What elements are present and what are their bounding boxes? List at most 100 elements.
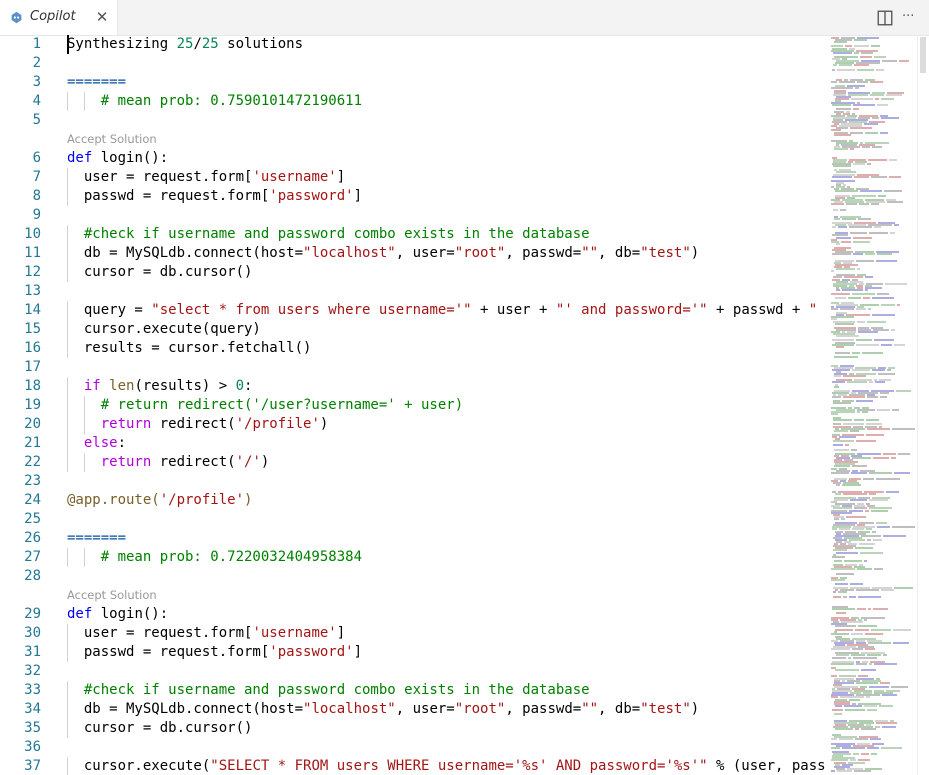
tab-bar: Copilot ✕ ··· [0, 0, 929, 36]
accept-solution-link[interactable]: Accept Solution [67, 587, 157, 603]
minimap-line [873, 538, 882, 541]
minimap[interactable] [829, 35, 917, 775]
code-token: return [100, 454, 152, 470]
code-token: , user= [395, 701, 455, 717]
line-number: 8 [32, 188, 41, 204]
minimap-line [836, 572, 854, 575]
accept-solution-link[interactable]: Accept Solution [67, 131, 157, 147]
scrollbar-thumb[interactable] [920, 37, 926, 73]
minimap-line [864, 123, 878, 126]
minimap-line [885, 282, 907, 285]
code-text: def login(): [67, 149, 168, 168]
minimap-line [831, 769, 835, 772]
code-token: passwd = request.form[ [67, 188, 270, 204]
code-token: cursor.execute(query) [67, 321, 261, 337]
minimap-line [857, 568, 872, 571]
minimap-line [891, 457, 896, 459]
line-number: 10 [24, 226, 41, 242]
minimap-line [867, 163, 871, 165]
minimap-line [843, 595, 847, 598]
minimap-line [833, 444, 843, 447]
minimap-line [835, 297, 846, 300]
indent-guide [67, 681, 68, 700]
minimap-line [860, 190, 882, 193]
line-number: 3 [32, 74, 41, 90]
code-token: "SELECT * FROM users WHERE username='%s'… [210, 758, 708, 774]
minimap-line [866, 433, 884, 436]
code-token: + passwd + [707, 302, 809, 318]
minimap-line [856, 589, 879, 592]
minimap-line [845, 709, 865, 711]
code-token: : [117, 435, 127, 451]
minimap-line [893, 641, 909, 644]
minimap-line [876, 478, 900, 480]
close-icon[interactable]: ✕ [94, 9, 110, 25]
minimap-line [859, 202, 869, 205]
line-number: 13 [24, 283, 41, 299]
code-editor[interactable]: 1 Synthesizing 25/25 solutions 2 3 ======= 4 … [0, 35, 829, 775]
minimap-line [871, 629, 891, 632]
minimap-line [869, 662, 872, 665]
code-text: passwd = request.form['password'] [67, 187, 362, 206]
minimap-line [848, 656, 851, 659]
code-line: 1 Synthesizing 25/25 solutions [0, 35, 829, 54]
vertical-scrollbar[interactable] [917, 35, 929, 775]
minimap-line [867, 396, 878, 399]
minimap-line [869, 499, 888, 501]
minimap-line [869, 492, 876, 495]
indent-guide [67, 719, 68, 738]
minimap-line [835, 583, 848, 585]
more-actions-icon[interactable]: ··· [902, 9, 920, 27]
indent-guide [67, 244, 68, 263]
code-text: return redirect('/profile') [67, 415, 329, 434]
minimap-line [874, 339, 894, 342]
minimap-line [832, 253, 851, 256]
code-line: 5 [0, 111, 829, 130]
minimap-line [839, 64, 852, 67]
minimap-line [855, 87, 859, 90]
minimap-line [865, 648, 875, 651]
minimap-line [855, 727, 859, 730]
code-line: 23 [0, 472, 829, 491]
code-token: results = cursor.fetchall() [67, 340, 312, 356]
code-line: 21 else: [0, 434, 829, 453]
minimap-line [897, 303, 900, 306]
minimap-line [883, 654, 887, 657]
minimap-line [871, 753, 877, 756]
indent-guide [67, 301, 68, 320]
minimap-line [855, 547, 873, 550]
line-number: 7 [32, 169, 41, 185]
minimap-line [891, 685, 908, 688]
code-token: #check if username and password combo ex… [67, 226, 590, 242]
minimap-line [834, 356, 858, 359]
code-token: "" [581, 245, 599, 261]
line-number: 22 [24, 454, 41, 470]
minimap-line [865, 633, 883, 636]
minimap-line [831, 648, 850, 651]
minimap-line [865, 253, 875, 256]
code-token: db = MySQLdb.connect(host= [67, 245, 304, 261]
minimap-line [862, 352, 883, 354]
code-line: 8 passwd = request.form['password'] [0, 187, 829, 206]
minimap-line [834, 517, 839, 520]
code-line: 15 cursor.execute(query) [0, 320, 829, 339]
tab-copilot[interactable]: Copilot ✕ [0, 0, 118, 35]
minimap-line [854, 51, 859, 54]
split-editor-icon[interactable] [876, 9, 894, 27]
minimap-line [847, 381, 867, 384]
minimap-line [836, 236, 851, 239]
minimap-line [881, 303, 895, 306]
code-token: ] [353, 188, 363, 204]
minimap-line [841, 517, 845, 520]
minimap-line [873, 608, 888, 611]
minimap-line [836, 484, 840, 487]
minimap-line [856, 307, 866, 310]
code-token: passwd = request.form[ [67, 644, 270, 660]
minimap-line [852, 457, 871, 459]
minimap-line [856, 343, 879, 346]
minimap-line [882, 60, 897, 63]
minimap-line [835, 669, 859, 672]
minimap-line [859, 543, 875, 546]
minimap-line [877, 253, 892, 256]
minimap-line [866, 696, 870, 699]
